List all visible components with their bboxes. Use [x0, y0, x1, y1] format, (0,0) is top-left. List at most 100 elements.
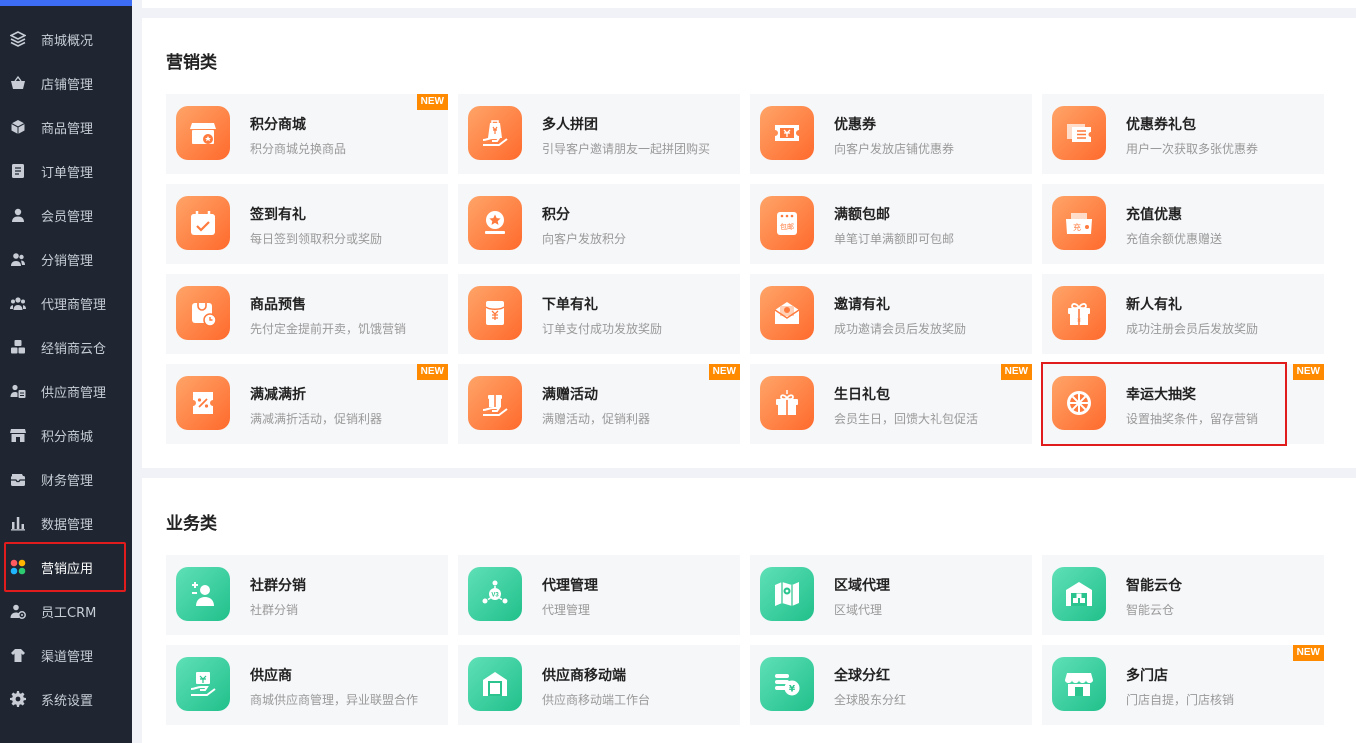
red-envelope-icon — [468, 286, 522, 340]
apps-icon — [10, 559, 26, 575]
sidebar-item-7[interactable]: 经销商云仓 — [0, 325, 132, 369]
section-title-business: 业务类 — [166, 514, 217, 534]
app-card[interactable]: 社群分销 社群分销 — [166, 555, 448, 635]
sidebar-item-13[interactable]: 员工CRM — [0, 589, 132, 633]
card-title: 下单有礼 — [542, 297, 598, 313]
app-card[interactable]: 多门店 门店自提，门店核销 NEW — [1042, 645, 1324, 725]
svg-text:包邮: 包邮 — [780, 222, 794, 231]
card-description: 设置抽奖条件，留存营销 — [1126, 412, 1259, 426]
sidebar-item-label: 商城概况 — [41, 33, 94, 49]
sidebar-item-1[interactable]: 店铺管理 — [0, 61, 132, 105]
supplier-mobile-icon — [468, 657, 522, 711]
sidebar-item-8[interactable]: 供应商管理 — [0, 369, 132, 413]
svg-text:¥: ¥ — [789, 685, 796, 695]
app-card[interactable]: V3 代理管理 代理管理 — [458, 555, 740, 635]
coupon-icon — [760, 106, 814, 160]
app-card[interactable]: 下单有礼 订单支付成功发放奖励 — [458, 274, 740, 354]
card-title: 签到有礼 — [250, 207, 306, 223]
app-card[interactable]: 优惠券礼包 用户一次获取多张优惠券 — [1042, 94, 1324, 174]
boxes-icon — [10, 339, 26, 355]
card-description: 社群分销 — [250, 603, 299, 617]
sidebar-item-label: 营销应用 — [41, 561, 94, 577]
supplier-hand-icon — [176, 657, 230, 711]
card-title: 积分 — [542, 207, 570, 223]
recharge-icon: 充 — [1052, 196, 1106, 250]
card-description: 成功邀请会员后发放奖励 — [834, 322, 967, 336]
card-description: 每日签到领取积分或奖励 — [250, 232, 383, 246]
card-description: 区域代理 — [834, 603, 883, 617]
app-card[interactable]: 积分 向客户发放积分 — [458, 184, 740, 264]
lottery-wheel-icon — [1052, 376, 1106, 430]
supplier-icon — [10, 383, 26, 399]
app-card[interactable]: 签到有礼每日签到领取积分或奖励 — [166, 184, 448, 264]
app-card[interactable]: 满赠活动 满赠活动，促销利器 NEW — [458, 364, 740, 444]
card-title: 供应商移动端 — [542, 668, 626, 684]
app-card[interactable]: 供应商 商城供应商管理，异业联盟合作 — [166, 645, 448, 725]
card-title: 供应商 — [250, 668, 292, 684]
card-description: 先付定金提前开卖，饥饿营销 — [250, 322, 407, 336]
gift-hand-icon — [468, 376, 522, 430]
svg-text:¥: ¥ — [1077, 318, 1081, 325]
app-card[interactable]: 生日礼包 会员生日，回馈大礼包促活 NEW — [750, 364, 1032, 444]
card-description: 积分商城兑换商品 — [250, 142, 347, 156]
card-description: 供应商移动端工作台 — [542, 693, 651, 707]
app-card[interactable]: 满减满折 满减满折活动，促销利器 NEW — [166, 364, 448, 444]
app-card[interactable]: 幸运大抽奖 设置抽奖条件，留存营销 NEW — [1042, 364, 1324, 444]
card-title: 满减满折 — [250, 387, 306, 403]
card-title: 积分商城 — [250, 117, 306, 133]
sidebar-item-label: 数据管理 — [41, 517, 94, 533]
app-card[interactable]: 多人拼团 引导客户邀请朋友一起拼团购买 — [458, 94, 740, 174]
gear-icon — [10, 691, 26, 707]
warehouse-icon — [1052, 567, 1106, 621]
app-card[interactable]: 包邮 满额包邮 单笔订单满额即可包邮 — [750, 184, 1032, 264]
region-map-icon — [760, 567, 814, 621]
sidebar-item-5[interactable]: 分销管理 — [0, 237, 132, 281]
card-title: 优惠券礼包 — [1126, 117, 1196, 133]
sidebar-item-label: 分销管理 — [41, 253, 94, 269]
app-card[interactable]: ¥ 新人有礼 成功注册会员后发放奖励 — [1042, 274, 1324, 354]
app-card[interactable]: 优惠券 向客户发放店铺优惠券 — [750, 94, 1032, 174]
sidebar-item-11[interactable]: 数据管理 — [0, 501, 132, 545]
sidebar-item-2[interactable]: 商品管理 — [0, 105, 132, 149]
app-card[interactable]: 智能云仓 智能云仓 — [1042, 555, 1324, 635]
app-card[interactable]: 供应商移动端供应商移动端工作台 — [458, 645, 740, 725]
card-title: 生日礼包 — [834, 387, 890, 403]
card-description: 向客户发放积分 — [542, 232, 627, 246]
sidebar-item-9[interactable]: 积分商城 — [0, 413, 132, 457]
new-badge: NEW — [708, 364, 740, 380]
new-badge: NEW — [416, 94, 448, 110]
users-icon — [10, 251, 26, 267]
card-title: 商品预售 — [250, 297, 306, 313]
cube-icon — [10, 119, 26, 135]
card-description: 代理管理 — [542, 603, 591, 617]
app-card[interactable]: 区域代理 区域代理 — [750, 555, 1032, 635]
card-title: 多人拼团 — [542, 117, 598, 133]
sidebar-item-15[interactable]: 系统设置 — [0, 677, 132, 721]
sidebar-item-10[interactable]: 财务管理 — [0, 457, 132, 501]
sidebar-item-3[interactable]: 订单管理 — [0, 149, 132, 193]
sidebar-item-6[interactable]: 代理商管理 — [0, 281, 132, 325]
app-card[interactable]: 邀请有礼 成功邀请会员后发放奖励 — [750, 274, 1032, 354]
card-description: 智能云仓 — [1126, 603, 1175, 617]
app-card[interactable]: 积分商城积分商城兑换商品 NEW — [166, 94, 448, 174]
presale-icon — [176, 286, 230, 340]
sidebar-item-14[interactable]: 渠道管理 — [0, 633, 132, 677]
sidebar-item-12[interactable]: 营销应用 — [0, 545, 132, 589]
sidebar-item-4[interactable]: 会员管理 — [0, 193, 132, 237]
section-title-marketing: 营销类 — [166, 53, 217, 73]
invite-envelope-icon — [760, 286, 814, 340]
sidebar-item-label: 供应商管理 — [41, 385, 107, 401]
birthday-gift-icon — [760, 376, 814, 430]
card-description: 满减满折活动，促销利器 — [250, 412, 383, 426]
multi-store-icon — [1052, 657, 1106, 711]
agent-icon: V3 — [468, 567, 522, 621]
sidebar-item-0[interactable]: 商城概况 — [0, 17, 132, 61]
sidebar-item-label: 经销商云仓 — [41, 341, 107, 357]
app-card[interactable]: 充 充值优惠 充值余额优惠赠送 — [1042, 184, 1324, 264]
main-content: 营销类 积分商城 积分商城兑换商品 NEW 多人拼团 引导客户邀请朋友一起拼团购买 优惠券… — [132, 0, 1356, 743]
app-card[interactable]: 商品预售先付定金提前开卖，饥饿营销 — [166, 274, 448, 354]
group-buy-icon — [468, 106, 522, 160]
app-card[interactable]: ¥ 全球分红 全球股东分红 — [750, 645, 1032, 725]
sidebar-item-label: 积分商城 — [41, 429, 94, 445]
coupon-pack-icon — [1052, 106, 1106, 160]
